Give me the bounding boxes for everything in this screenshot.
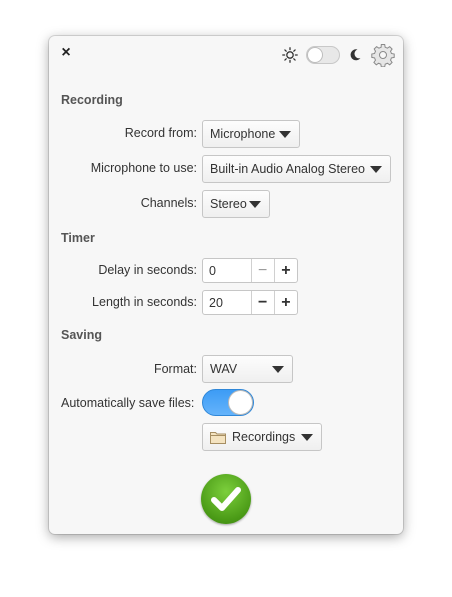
timer-section-title: Timer <box>61 231 95 245</box>
delay-spinbutton[interactable]: 0 − + <box>202 258 298 283</box>
dark-mode-toggle[interactable] <box>306 46 340 64</box>
microphone-dropdown[interactable]: Built-in Audio Analog Stereo <box>202 155 391 183</box>
chevron-down-icon <box>301 434 313 441</box>
microphone-value: Built-in Audio Analog Stereo <box>210 162 365 176</box>
record-from-value: Microphone <box>210 127 276 141</box>
gear-icon[interactable] <box>371 43 395 67</box>
checkmark-icon <box>211 487 241 511</box>
delay-increment-button[interactable]: + <box>273 259 297 282</box>
microphone-label: Microphone to use: <box>90 161 197 175</box>
length-spinbutton[interactable]: 20 − + <box>202 290 298 315</box>
autosave-switch[interactable] <box>202 389 254 416</box>
channels-value: Stereo <box>210 197 247 211</box>
close-icon: × <box>61 44 71 61</box>
format-value: WAV <box>210 362 238 376</box>
header-controls <box>282 43 395 67</box>
switch-knob <box>228 390 253 415</box>
toggle-knob <box>307 47 323 63</box>
chevron-down-icon <box>370 166 382 173</box>
record-from-dropdown[interactable]: Microphone <box>202 120 300 148</box>
length-decrement-button[interactable]: − <box>250 291 274 314</box>
confirm-button[interactable] <box>201 474 251 524</box>
delay-decrement-button[interactable]: − <box>250 259 274 282</box>
recording-section-title: Recording <box>61 93 123 107</box>
folder-chooser[interactable]: Recordings <box>202 423 322 451</box>
moon-icon <box>350 49 361 61</box>
format-label: Format: <box>153 362 197 376</box>
delay-value[interactable]: 0 <box>203 259 251 282</box>
length-value[interactable]: 20 <box>203 291 251 314</box>
autosave-label: Automatically save files: <box>61 396 195 410</box>
length-label: Length in seconds: <box>92 295 197 309</box>
close-button[interactable]: × <box>59 44 73 61</box>
app-window: × Recording Record from: Microphone Micr… <box>49 36 403 534</box>
folder-value: Recordings <box>232 430 296 444</box>
chevron-down-icon <box>272 366 284 373</box>
saving-section-title: Saving <box>61 328 102 342</box>
folder-icon <box>210 431 226 444</box>
chevron-down-icon <box>249 201 261 208</box>
channels-label: Channels: <box>140 196 197 210</box>
chevron-down-icon <box>279 131 291 138</box>
length-increment-button[interactable]: + <box>273 291 297 314</box>
record-from-label: Record from: <box>124 126 197 140</box>
sun-icon <box>282 47 298 63</box>
channels-dropdown[interactable]: Stereo <box>202 190 270 218</box>
delay-label: Delay in seconds: <box>98 263 197 277</box>
format-dropdown[interactable]: WAV <box>202 355 293 383</box>
